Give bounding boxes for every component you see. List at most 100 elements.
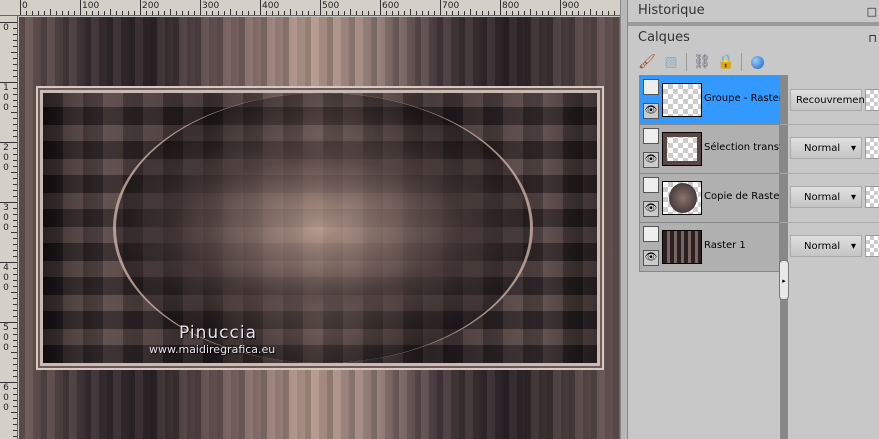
ruler-tick: [13, 286, 17, 287]
panel-restore-icon[interactable]: □: [867, 5, 877, 18]
opacity-control[interactable]: [865, 89, 879, 111]
vertical-ruler: 0 100 200 300 400 500 600: [0, 16, 18, 439]
row-divider: [780, 173, 879, 174]
ruler-tick: [13, 28, 17, 29]
history-panel-title[interactable]: Historique: [638, 3, 705, 18]
opacity-control[interactable]: [865, 186, 879, 208]
ruler-tick: [434, 11, 435, 15]
lock-icon[interactable]: 🔒: [717, 53, 735, 71]
ruler-tick: [506, 11, 507, 15]
signature-text: Pinuccia: [179, 323, 257, 343]
ruler-label: 600: [382, 1, 400, 11]
ruler-tick: [236, 11, 237, 15]
ruler-tick: [13, 94, 17, 95]
ruler-tick: [350, 9, 351, 15]
ruler-tick: [13, 328, 17, 329]
ruler-label: 500: [322, 1, 340, 11]
layer-page-icon[interactable]: [643, 79, 659, 95]
chevron-down-icon: ▾: [850, 191, 856, 203]
ruler-tick: [344, 11, 345, 15]
ruler-tick: [332, 11, 333, 15]
ruler-tick: [13, 190, 17, 191]
layer-row[interactable]: 👁 Groupe - Raster 2: [640, 76, 781, 125]
scroll-handle[interactable]: ▸: [779, 260, 789, 300]
ruler-tick: [158, 11, 159, 15]
ruler-tick: [476, 11, 477, 15]
ruler-label: 400: [3, 263, 9, 293]
image-canvas[interactable]: Pinuccia www.maidiregrafica.eu: [19, 17, 620, 439]
ruler-tick: [13, 340, 17, 341]
layers-scrollbar[interactable]: [780, 75, 788, 439]
ruler-tick: [13, 376, 17, 377]
layer-row[interactable]: 👁 Copie de Raster 1: [640, 174, 781, 223]
layer-name: Raster 1: [704, 240, 746, 251]
ruler-tick: [224, 11, 225, 15]
ruler-tick: [452, 11, 453, 15]
ruler-label: 0: [22, 1, 28, 11]
ruler-tick: [110, 9, 111, 15]
ruler-tick: [11, 172, 17, 173]
ruler-tick: [296, 11, 297, 15]
eye-icon[interactable]: 👁: [643, 152, 659, 168]
ruler-tick: [11, 352, 17, 353]
ruler-tick: [20, 0, 21, 15]
opacity-control[interactable]: [865, 235, 879, 257]
ruler-tick: [13, 358, 17, 359]
ruler-tick: [13, 106, 17, 107]
layer-thumbnail: [662, 230, 702, 264]
ruler-tick: [13, 46, 17, 47]
ruler-tick: [11, 412, 17, 413]
layer-row[interactable]: 👁 Raster 1: [640, 223, 781, 272]
ruler-label: 700: [442, 1, 460, 11]
ruler-tick: [536, 11, 537, 15]
ruler-tick: [13, 250, 17, 251]
ruler-label: 400: [262, 1, 280, 11]
pin-icon[interactable]: ⊓: [868, 32, 877, 45]
mask-icon[interactable]: ▧: [662, 53, 680, 71]
blend-mode-dropdown[interactable]: Recouvrement▾: [790, 89, 874, 111]
ruler-tick: [596, 11, 597, 15]
ruler-tick: [11, 52, 17, 53]
ruler-tick: [500, 0, 501, 15]
blend-mode-dropdown[interactable]: Normal ▾: [790, 235, 862, 257]
ruler-tick: [13, 184, 17, 185]
ruler-tick: [206, 11, 207, 15]
ruler-tick: [13, 310, 17, 311]
layer-row[interactable]: 👁 Sélection transformée: [640, 125, 781, 174]
layer-page-icon[interactable]: [643, 128, 659, 144]
ruler-tick: [13, 166, 17, 167]
horizontal-ruler: 0 100 200 300 400 500 600 700 800 900: [0, 0, 622, 16]
ruler-tick: [116, 11, 117, 15]
ruler-tick: [260, 0, 261, 15]
ruler-tick: [368, 11, 369, 15]
ruler-tick: [13, 364, 17, 365]
ruler-tick: [13, 370, 17, 371]
ruler-tick: [458, 11, 459, 15]
ruler-tick: [338, 11, 339, 15]
ruler-tick: [566, 11, 567, 15]
ruler-label: 0: [3, 23, 9, 33]
ruler-tick: [392, 11, 393, 15]
layer-page-icon[interactable]: [643, 226, 659, 242]
ruler-tick: [98, 11, 99, 15]
ruler-tick: [11, 112, 17, 113]
blend-mode-dropdown[interactable]: Normal ▾: [790, 137, 862, 159]
eye-icon[interactable]: 👁: [643, 103, 659, 119]
blue-ball-icon[interactable]: [748, 53, 766, 71]
eye-icon[interactable]: 👁: [643, 201, 659, 217]
link-icon[interactable]: ⛓: [693, 53, 711, 71]
panel-splitter[interactable]: [620, 0, 628, 439]
ruler-tick: [13, 148, 17, 149]
ruler-tick: [320, 0, 321, 15]
ruler-tick: [13, 334, 17, 335]
eye-icon[interactable]: 👁: [643, 250, 659, 266]
blend-mode-dropdown[interactable]: Normal ▾: [790, 186, 862, 208]
layers-panel-title[interactable]: Calques: [638, 30, 690, 45]
opacity-control[interactable]: [865, 137, 879, 159]
ruler-tick: [13, 160, 17, 161]
layer-thumbnail: [662, 181, 702, 215]
paint-brush-icon[interactable]: 🖌: [638, 53, 656, 71]
ruler-tick: [608, 11, 609, 15]
ruler-label: 300: [3, 203, 9, 233]
layer-page-icon[interactable]: [643, 177, 659, 193]
